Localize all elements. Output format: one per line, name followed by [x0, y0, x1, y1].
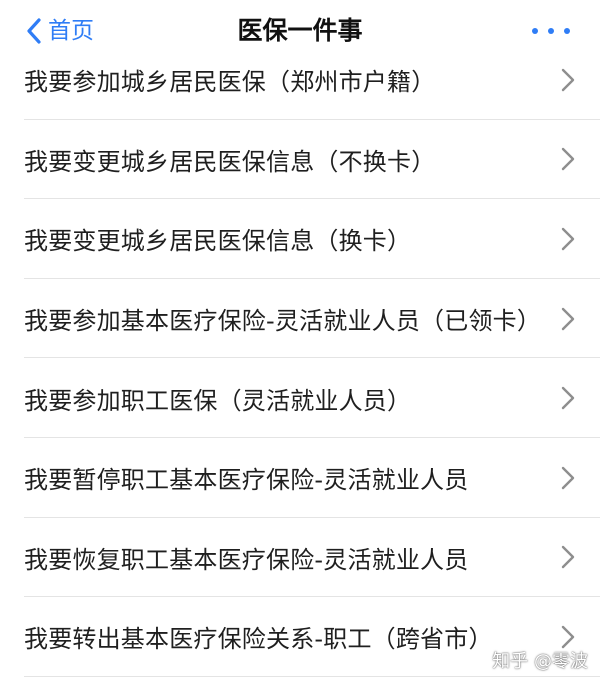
service-list: 我要参加城乡居民医保（郑州市户籍） 我要变更城乡居民医保信息（不换卡） 我要变更… [0, 40, 600, 677]
list-item-label: 我要变更城乡居民医保信息（换卡） [24, 227, 412, 256]
more-horizontal-icon [532, 28, 538, 34]
chevron-right-icon [561, 307, 575, 330]
list-item[interactable]: 我要参加基本医疗保险-灵活就业人员（已领卡） [0, 279, 600, 359]
chevron-right-icon [561, 546, 575, 569]
list-item[interactable]: 我要参加职工医保（灵活就业人员） [0, 358, 600, 438]
page-title: 医保一件事 [237, 16, 363, 45]
list-item[interactable]: 我要变更城乡居民医保信息（换卡） [0, 199, 600, 279]
list-item[interactable]: 我要暂停职工基本医疗保险-灵活就业人员 [0, 438, 600, 518]
chevron-right-icon [561, 148, 575, 171]
chevron-right-icon [561, 466, 575, 489]
chevron-right-icon [561, 386, 575, 410]
navigation-bar: 首页 医保一件事 [0, 0, 600, 62]
list-item-label: 我要暂停职工基本医疗保险-灵活就业人员 [24, 466, 469, 495]
more-horizontal-icon [548, 28, 554, 34]
watermark: 知乎 @零波 [492, 651, 588, 672]
list-item-label: 我要变更城乡居民医保信息（不换卡） [24, 147, 436, 176]
list-item[interactable]: 我要恢复职工基本医疗保险-灵活就业人员 [0, 518, 600, 598]
chevron-right-icon [561, 227, 575, 251]
list-item-label: 我要转出基本医疗保险关系-职工（跨省市） [24, 625, 493, 654]
chevron-right-icon [561, 68, 575, 91]
list-item-label: 我要参加职工医保（灵活就业人员） [24, 386, 412, 415]
more-horizontal-icon [564, 28, 570, 34]
list-item-label: 我要恢复职工基本医疗保险-灵活就业人员 [24, 545, 469, 574]
list-item-label: 我要参加基本医疗保险-灵活就业人员（已领卡） [24, 307, 542, 336]
screen: 首页 医保一件事 我要参加城乡居民医保（郑州市户籍） 我要变更城乡居民医保信息（… [0, 0, 600, 687]
list-item[interactable]: 我要变更城乡居民医保信息（不换卡） [0, 120, 600, 200]
divider [24, 675, 600, 677]
more-button[interactable] [532, 22, 570, 40]
